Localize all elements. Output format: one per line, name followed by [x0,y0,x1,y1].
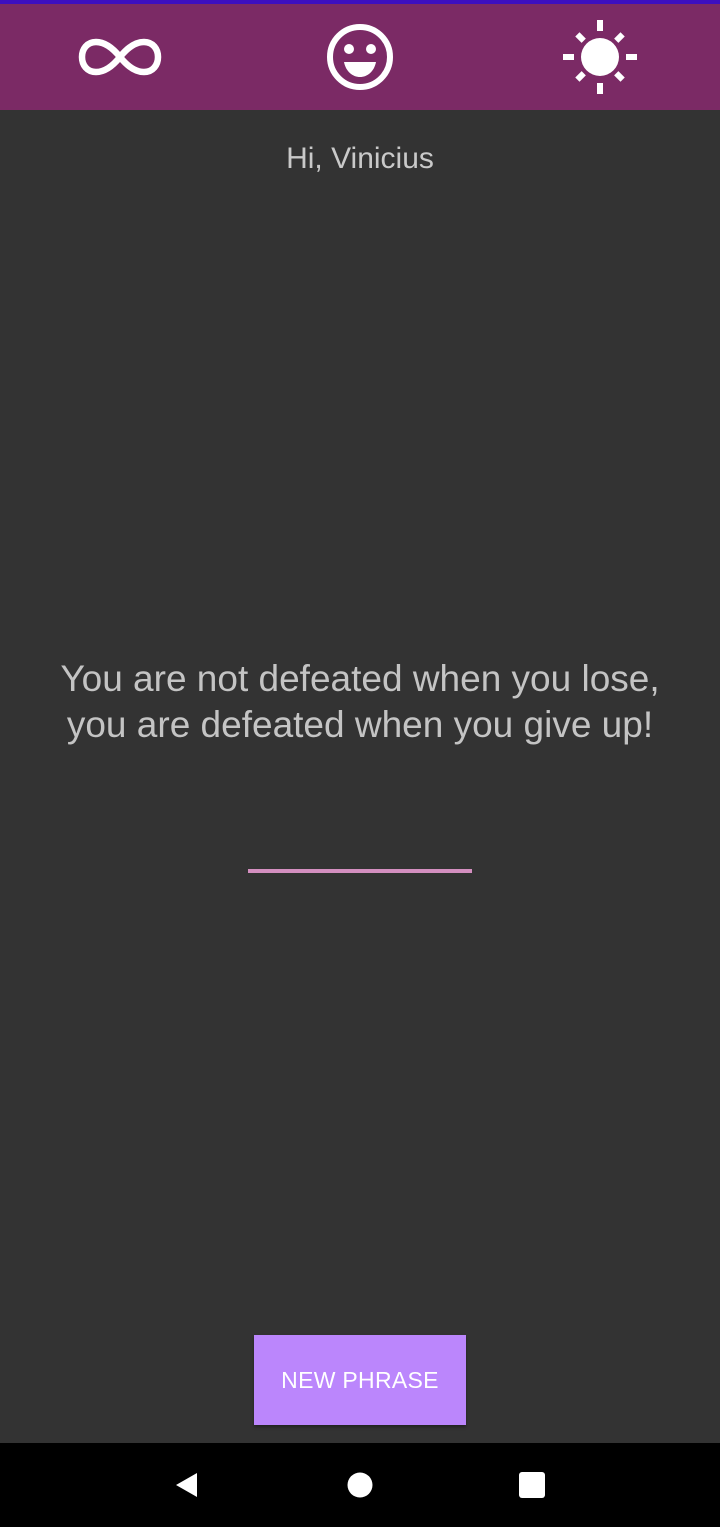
home-circle-icon [347,1472,373,1498]
new-phrase-button[interactable]: NEW PHRASE [254,1335,466,1425]
smiley-face-icon [327,24,393,90]
motivational-phrase: You are not defeated when you lose, you … [60,658,660,745]
sun-icon [563,20,637,94]
mood-button[interactable] [318,17,402,97]
phrase-divider [248,869,472,873]
nav-home-button[interactable] [340,1465,380,1505]
nav-recents-button[interactable] [512,1465,552,1505]
recents-square-icon [519,1472,545,1498]
system-navigation-bar [0,1443,720,1527]
back-triangle-icon [176,1473,197,1497]
app-screen: Hi, Vinicius You are not defeated when y… [0,0,720,1527]
top-toolbar [0,4,720,110]
nav-back-button[interactable] [165,1465,205,1505]
greeting-text: Hi, Vinicius [286,142,434,175]
infinity-icon [78,38,162,76]
theme-button[interactable] [558,17,642,97]
infinity-button[interactable] [78,17,162,97]
